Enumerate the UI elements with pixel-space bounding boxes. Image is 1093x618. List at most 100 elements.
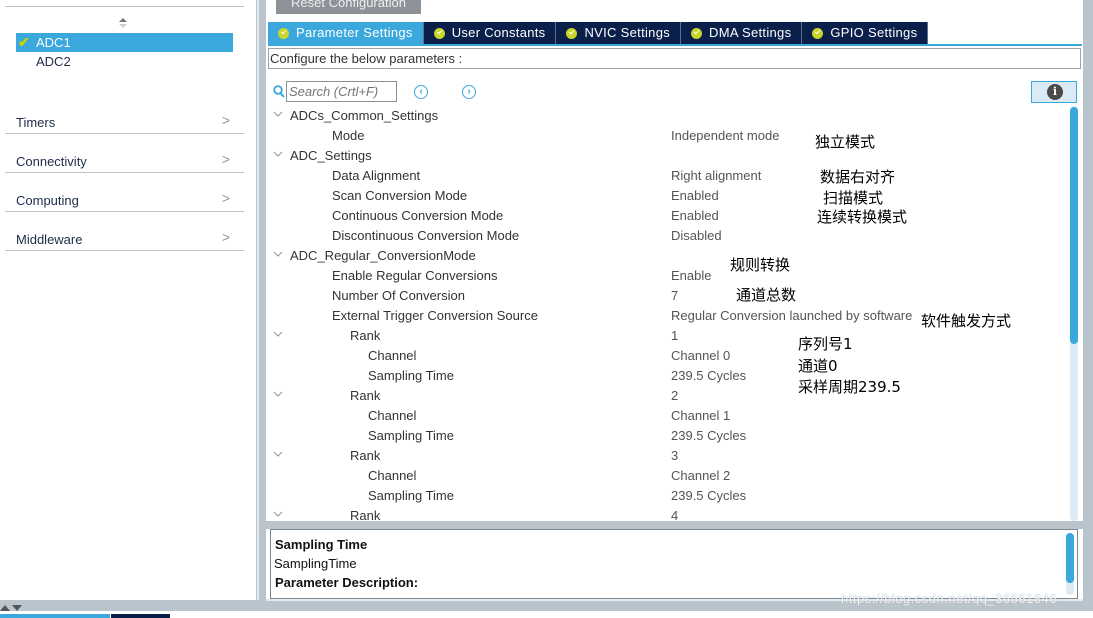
param-name: Enable Regular Conversions xyxy=(332,268,498,283)
tree-row[interactable]: Scan Conversion Mode Enabled xyxy=(268,186,1068,206)
param-name: Channel xyxy=(368,408,417,423)
bottom-tab-active[interactable] xyxy=(0,614,110,618)
chevron-down-icon[interactable] xyxy=(273,329,283,339)
param-name: Scan Conversion Mode xyxy=(332,188,468,203)
tab-bar: Parameter Settings User Constants NVIC S… xyxy=(268,22,929,44)
tab-nvic-settings[interactable]: NVIC Settings xyxy=(556,22,682,44)
description-param-name: SamplingTime xyxy=(274,556,357,571)
tree-row[interactable]: Data Alignment Right alignment xyxy=(268,166,1068,186)
param-value[interactable]: Right alignment xyxy=(671,168,761,183)
tree-row[interactable]: Sampling Time 239.5 Cycles xyxy=(268,486,1068,506)
tab-user-constants[interactable]: User Constants xyxy=(423,22,557,44)
check-icon xyxy=(566,27,578,39)
tab-label: User Constants xyxy=(451,25,546,40)
description-splitter[interactable] xyxy=(266,521,1083,529)
tab-dma-settings[interactable]: DMA Settings xyxy=(681,22,803,44)
tree-row[interactable]: Mode Independent mode xyxy=(268,126,1068,146)
param-value[interactable]: 3 xyxy=(671,448,678,463)
param-value[interactable]: Channel 0 xyxy=(671,348,730,363)
tab-label: NVIC Settings xyxy=(584,25,671,40)
tree-row[interactable]: Number Of Conversion 7 xyxy=(268,286,1068,306)
category-connectivity[interactable]: Connectivity > xyxy=(5,134,244,173)
collapse-arrows-icon[interactable] xyxy=(0,603,30,611)
check-icon xyxy=(812,27,824,39)
chevron-right-icon: > xyxy=(221,151,230,167)
param-value[interactable]: 7 xyxy=(671,288,678,303)
param-name: Rank xyxy=(350,508,381,521)
param-name: Sampling Time xyxy=(368,368,454,383)
tree-scrollbar-thumb[interactable] xyxy=(1070,107,1078,344)
category-timers[interactable]: Timers > xyxy=(5,95,244,134)
search-icon[interactable] xyxy=(273,85,285,98)
chevron-down-icon[interactable] xyxy=(273,389,283,399)
tree-row[interactable]: Sampling Time 239.5 Cycles xyxy=(268,426,1068,446)
description-title: Sampling Time xyxy=(275,537,368,552)
chevron-down-icon[interactable] xyxy=(273,449,283,459)
chevron-down-icon[interactable] xyxy=(273,149,283,159)
bottom-tab[interactable] xyxy=(111,614,170,618)
param-value[interactable]: Enable xyxy=(671,268,711,283)
chevron-down-icon[interactable] xyxy=(273,509,283,519)
annotation: 规则转换 xyxy=(730,256,791,274)
tab-gpio-settings[interactable]: GPIO Settings xyxy=(802,22,929,44)
tree-group-row[interactable]: ADCs_Common_Settings xyxy=(268,106,1068,126)
description-panel: Sampling Time SamplingTime Parameter Des… xyxy=(270,529,1078,599)
instance-item-adc1[interactable]: ✔ ADC1 xyxy=(16,33,233,52)
category-middleware[interactable]: Middleware > xyxy=(5,212,244,251)
tree-group-row[interactable]: ADC_Regular_ConversionMode xyxy=(268,246,1068,266)
check-icon xyxy=(278,27,289,39)
tree-group-row[interactable]: Rank 4 xyxy=(268,506,1068,521)
tab-label: Parameter Settings xyxy=(296,25,413,40)
param-value[interactable]: Regular Conversion launched by software xyxy=(671,308,912,323)
tree-group-row[interactable]: Rank 2 xyxy=(268,386,1068,406)
tree-group-row[interactable]: ADC_Settings xyxy=(268,146,1068,166)
search-input[interactable] xyxy=(286,81,397,102)
param-value[interactable]: 4 xyxy=(671,508,678,521)
tree-row[interactable]: Sampling Time 239.5 Cycles xyxy=(268,366,1068,386)
param-value[interactable]: Disabled xyxy=(671,228,722,243)
param-value[interactable]: 1 xyxy=(671,328,678,343)
check-icon: ✔ xyxy=(18,34,30,50)
tree-row[interactable]: Channel Channel 2 xyxy=(268,466,1068,486)
param-name: ADC_Settings xyxy=(290,148,372,163)
info-icon: i xyxy=(1047,84,1063,100)
panel-splitter[interactable] xyxy=(256,0,266,610)
instance-item-adc2[interactable]: ADC2 xyxy=(16,52,233,71)
param-value[interactable]: 2 xyxy=(671,388,678,403)
chevron-down-icon[interactable] xyxy=(273,109,283,119)
info-button[interactable]: i xyxy=(1031,81,1077,103)
reset-configuration-button[interactable]: Reset Configuration xyxy=(276,0,421,14)
sort-icon[interactable] xyxy=(118,16,128,30)
sidebar: ✔ ADC1 ADC2 Timers > Connectivity > Comp… xyxy=(0,0,256,600)
param-value[interactable]: 239.5 Cycles xyxy=(671,488,746,503)
tree-row[interactable]: Channel Channel 1 xyxy=(268,406,1068,426)
param-value[interactable]: 239.5 Cycles xyxy=(671,428,746,443)
param-name: Data Alignment xyxy=(332,168,421,183)
param-value[interactable]: Channel 2 xyxy=(671,468,730,483)
tree-row[interactable]: Continuous Conversion Mode Enabled xyxy=(268,206,1068,226)
annotation: 独立模式 xyxy=(815,133,876,151)
description-scrollbar-thumb[interactable] xyxy=(1066,533,1074,583)
tab-parameter-settings[interactable]: Parameter Settings xyxy=(268,22,424,44)
param-value[interactable]: Enabled xyxy=(671,188,719,203)
chevron-down-icon[interactable] xyxy=(273,249,283,259)
category-computing[interactable]: Computing > xyxy=(5,173,244,212)
tree-row[interactable]: Enable Regular Conversions Enable xyxy=(268,266,1068,286)
param-value[interactable]: 239.5 Cycles xyxy=(671,368,746,383)
frame-border xyxy=(1083,0,1093,610)
tree-row[interactable]: Discontinuous Conversion Mode Disabled xyxy=(268,226,1068,246)
param-value[interactable]: Enabled xyxy=(671,208,719,223)
tree-group-row[interactable]: Rank 3 xyxy=(268,446,1068,466)
chevron-right-circle-icon[interactable]: › xyxy=(462,85,476,99)
annotation: 采样周期239.5 xyxy=(798,378,901,396)
category-label: Timers xyxy=(16,115,56,130)
annotation: 扫描模式 xyxy=(823,189,884,207)
param-name: Sampling Time xyxy=(368,428,454,443)
chevron-left-circle-icon[interactable]: ‹ xyxy=(414,85,428,99)
instance-label: ADC1 xyxy=(36,35,71,50)
chevron-right-icon: > xyxy=(221,229,230,245)
tree-row[interactable]: Channel Channel 0 xyxy=(268,346,1068,366)
category-label: Connectivity xyxy=(16,154,87,169)
param-value[interactable]: Independent mode xyxy=(671,128,779,143)
param-value[interactable]: Channel 1 xyxy=(671,408,730,423)
